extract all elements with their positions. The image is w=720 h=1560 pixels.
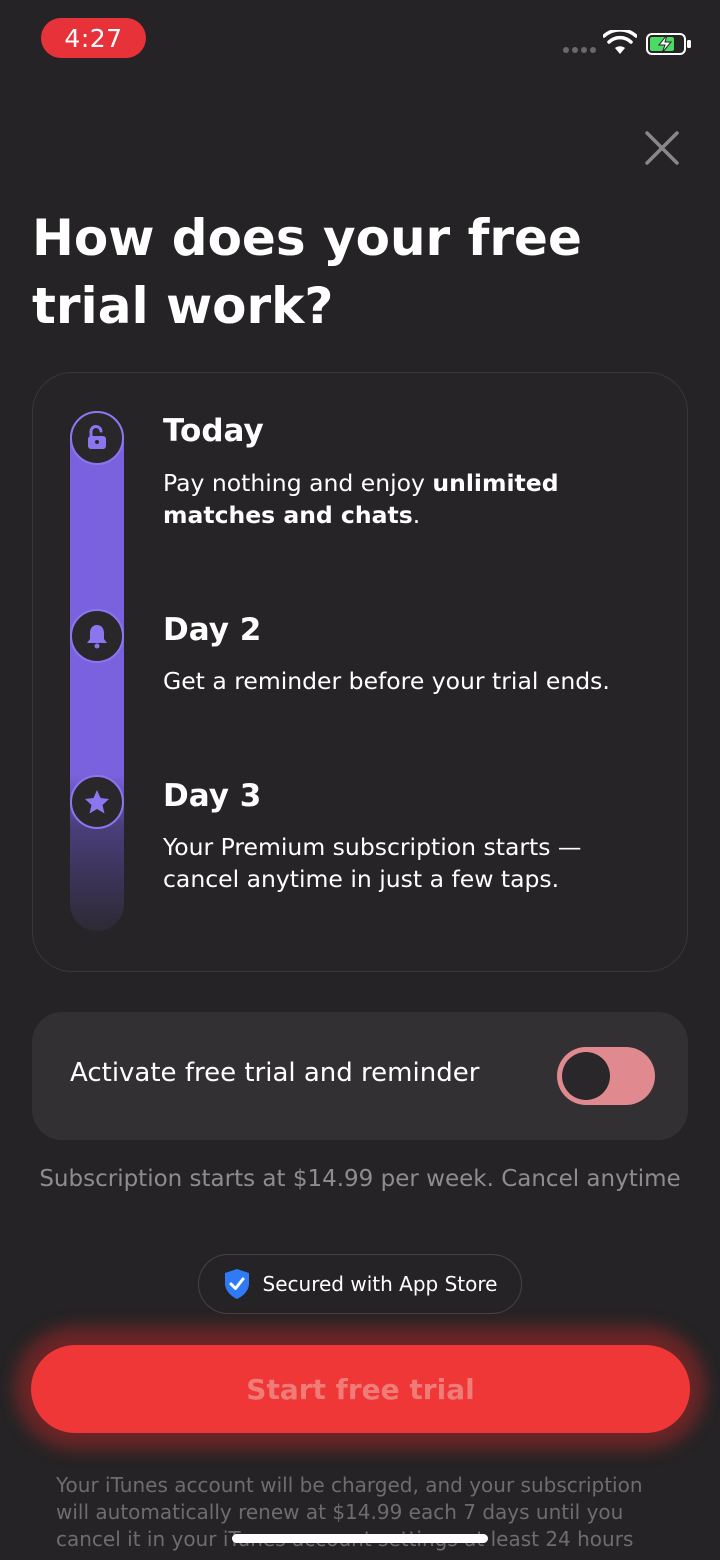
step-title-today: Today xyxy=(163,413,264,449)
wifi-icon xyxy=(603,30,637,54)
battery-charging-icon xyxy=(646,33,691,55)
status-time: 4:27 xyxy=(41,18,146,58)
home-indicator[interactable] xyxy=(232,1534,488,1543)
trial-reminder-toggle-row[interactable]: Activate free trial and reminder xyxy=(32,1012,688,1140)
trial-reminder-toggle[interactable] xyxy=(557,1047,655,1105)
cellular-signal-icon xyxy=(563,47,596,53)
timeline-node-today xyxy=(70,411,124,465)
timeline-node-day3 xyxy=(70,775,124,829)
page-title: How does your free trial work? xyxy=(32,209,582,335)
secured-badge: Secured with App Store xyxy=(198,1254,522,1314)
step-title-day3: Day 3 xyxy=(163,778,262,814)
step-desc-today: Pay nothing and enjoy unlimited matches … xyxy=(163,467,633,531)
bell-icon xyxy=(87,625,107,649)
step-title-day2: Day 2 xyxy=(163,612,262,648)
close-button[interactable] xyxy=(640,126,684,170)
status-bar: 4:27 xyxy=(0,0,720,80)
start-free-trial-button[interactable]: Start free trial xyxy=(31,1345,690,1433)
step-desc-day2: Get a reminder before your trial ends. xyxy=(163,667,610,695)
toggle-label: Activate free trial and reminder xyxy=(70,1058,480,1088)
shield-check-icon xyxy=(224,1269,249,1299)
trial-timeline-card: Today Pay nothing and enjoy unlimited ma… xyxy=(32,372,688,972)
step-desc-today-end: . xyxy=(412,501,421,529)
unlock-icon xyxy=(88,424,106,449)
timeline-progress-track xyxy=(70,411,124,931)
secured-label: Secured with App Store xyxy=(262,1272,498,1296)
toggle-knob xyxy=(562,1052,610,1100)
subscription-price-note: Subscription starts at $14.99 per week. … xyxy=(39,1166,681,1192)
star-icon xyxy=(85,790,109,814)
timeline-node-day2 xyxy=(70,609,124,663)
step-desc-day3: Your Premium subscription starts — cance… xyxy=(163,833,582,893)
step-desc-today-text: Pay nothing and enjoy xyxy=(163,469,433,497)
close-x-icon xyxy=(645,131,679,165)
